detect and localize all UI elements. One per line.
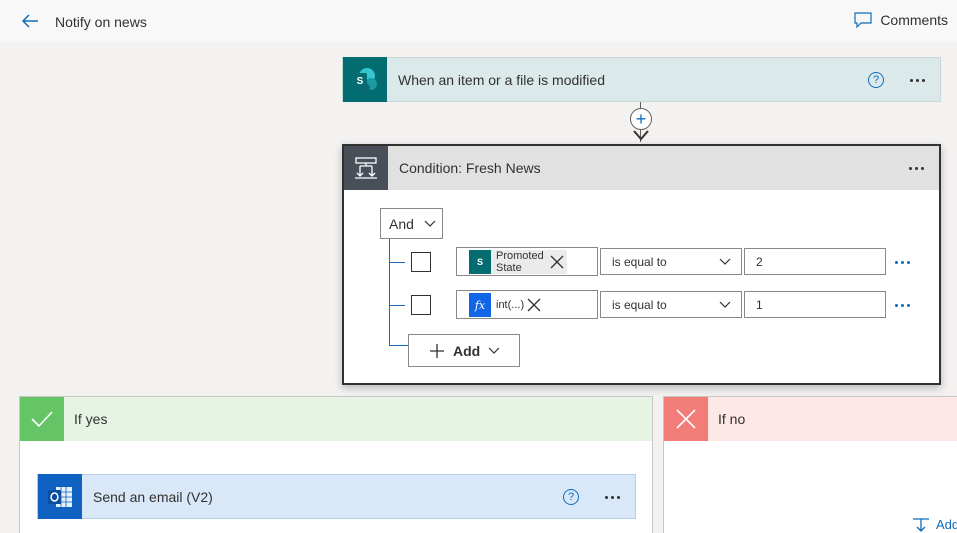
value-text: 1 bbox=[756, 297, 763, 312]
value-input[interactable]: 1 bbox=[744, 291, 886, 318]
add-action-button[interactable]: Add bbox=[912, 517, 957, 532]
condition-left-field[interactable]: fx int(...) bbox=[456, 290, 598, 319]
comment-icon bbox=[854, 12, 872, 28]
tree-line bbox=[389, 239, 390, 345]
token-label: int(...) bbox=[496, 298, 525, 311]
condition-icon bbox=[344, 146, 388, 190]
if-no-header[interactable]: If no bbox=[664, 397, 957, 441]
if-yes-label: If yes bbox=[74, 411, 108, 427]
row-more-icon[interactable] bbox=[895, 304, 910, 307]
condition-label: Condition: Fresh News bbox=[399, 160, 541, 176]
chevron-down-icon bbox=[424, 220, 436, 227]
chevron-down-icon bbox=[488, 347, 500, 354]
add-condition-button[interactable]: Add bbox=[408, 334, 520, 367]
operator-value: is equal to bbox=[612, 254, 667, 269]
group-operator-dropdown[interactable]: And bbox=[380, 208, 443, 239]
help-icon[interactable]: ? bbox=[868, 72, 884, 88]
condition-header[interactable]: Condition: Fresh News bbox=[344, 146, 939, 190]
trigger-card[interactable]: S When an item or a file is modified ? bbox=[342, 57, 941, 102]
sharepoint-icon: S bbox=[469, 250, 491, 274]
email-more-icon[interactable] bbox=[605, 496, 620, 499]
group-operator-value: And bbox=[389, 215, 414, 232]
close-icon bbox=[664, 397, 708, 441]
operator-dropdown[interactable]: is equal to bbox=[600, 291, 742, 318]
if-no-branch: If no bbox=[663, 396, 957, 533]
add-action-label: Add bbox=[936, 517, 957, 532]
fx-icon: fx bbox=[469, 293, 491, 317]
send-email-label: Send an email (V2) bbox=[93, 488, 213, 505]
row-more-icon[interactable] bbox=[895, 261, 910, 264]
add-action-icon bbox=[913, 517, 929, 532]
tree-branch bbox=[389, 345, 409, 346]
condition-more-icon[interactable] bbox=[909, 167, 924, 170]
chevron-down-icon bbox=[719, 301, 731, 308]
send-email-card[interactable]: Send an email (V2) ? bbox=[37, 474, 636, 519]
arrow-down-icon bbox=[633, 130, 649, 141]
insert-step-button[interactable]: + bbox=[630, 108, 652, 130]
if-yes-header[interactable]: If yes bbox=[20, 397, 652, 441]
remove-token-icon[interactable] bbox=[524, 295, 544, 315]
help-icon[interactable]: ? bbox=[563, 489, 579, 505]
top-bar: Notify on news Comments bbox=[0, 0, 957, 42]
outlook-icon bbox=[38, 474, 82, 519]
dynamic-content-token[interactable]: S Promoted State bbox=[469, 250, 567, 274]
token-label: Promoted State bbox=[496, 250, 544, 274]
row-checkbox[interactable] bbox=[411, 252, 431, 272]
comments-label: Comments bbox=[880, 12, 948, 28]
tree-branch bbox=[389, 262, 405, 263]
expression-token[interactable]: fx int(...) bbox=[469, 293, 545, 317]
chevron-down-icon bbox=[719, 258, 731, 265]
remove-token-icon[interactable] bbox=[547, 252, 567, 272]
checkmark-icon bbox=[20, 397, 64, 441]
value-text: 2 bbox=[756, 254, 763, 269]
operator-value: is equal to bbox=[612, 297, 667, 312]
tree-branch bbox=[389, 305, 405, 306]
condition-left-field[interactable]: S Promoted State bbox=[456, 247, 598, 276]
condition-card: Condition: Fresh News And S Promoted Sta… bbox=[342, 144, 941, 385]
add-label: Add bbox=[453, 342, 481, 359]
trigger-more-icon[interactable] bbox=[910, 79, 925, 82]
value-input[interactable]: 2 bbox=[744, 248, 886, 275]
if-no-label: If no bbox=[718, 411, 746, 427]
row-checkbox[interactable] bbox=[411, 295, 431, 315]
flow-title: Notify on news bbox=[55, 14, 147, 30]
sharepoint-icon: S bbox=[343, 57, 387, 102]
back-arrow-icon[interactable] bbox=[20, 11, 40, 31]
svg-text:S: S bbox=[357, 76, 364, 87]
operator-dropdown[interactable]: is equal to bbox=[600, 248, 742, 275]
plus-icon bbox=[430, 343, 444, 358]
trigger-label: When an item or a file is modified bbox=[398, 71, 605, 88]
comments-button[interactable]: Comments bbox=[854, 12, 948, 28]
